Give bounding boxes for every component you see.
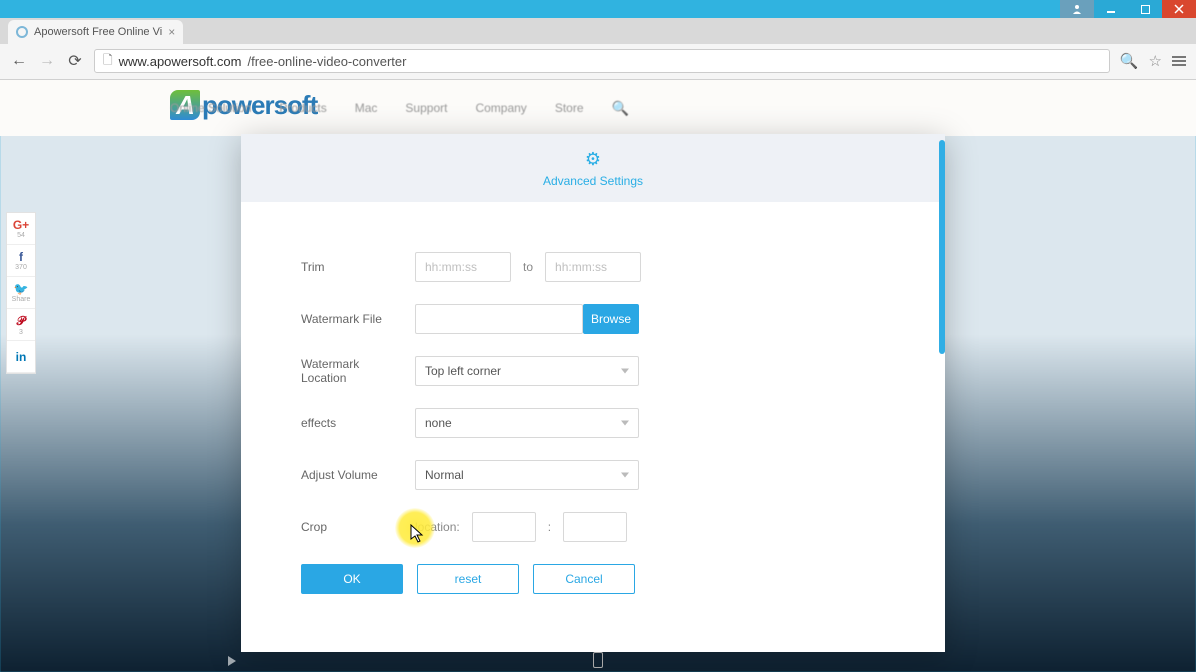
watermark-location-row: Watermark Location Top left corner <box>301 356 885 386</box>
chevron-down-icon <box>621 421 629 426</box>
phone-icon <box>593 652 603 668</box>
share-twitter[interactable]: 🐦Share <box>7 277 35 309</box>
volume-value: Normal <box>425 468 464 482</box>
modal-header: ⚙ Advanced Settings <box>241 134 945 202</box>
nav-online-solution[interactable]: Online Solution <box>170 101 251 115</box>
address-bar[interactable]: 🗋 www.apowersoft.com/free-online-video-c… <box>94 49 1110 73</box>
nav-company[interactable]: Company <box>475 101 526 115</box>
watermark-file-label: Watermark File <box>301 312 401 326</box>
os-maximize-button[interactable] <box>1128 0 1162 18</box>
zoom-icon[interactable]: 🔍 <box>1120 52 1139 70</box>
trim-to-label: to <box>523 260 533 274</box>
url-path: /free-online-video-converter <box>247 54 406 69</box>
watermark-location-value: Top left corner <box>425 364 501 378</box>
url-host: www.apowersoft.com <box>119 54 242 69</box>
scrollbar-thumb[interactable] <box>939 140 945 354</box>
watermark-location-select[interactable]: Top left corner <box>415 356 639 386</box>
modal-actions: OK reset Cancel <box>301 564 885 594</box>
modal-scrollbar[interactable] <box>939 134 945 652</box>
modal-body: Trim to Watermark File Browse Watermark … <box>241 202 945 614</box>
crop-row: Crop location: : <box>301 512 885 542</box>
nav-store[interactable]: Store <box>555 101 584 115</box>
crop-location-label: location: <box>415 520 460 534</box>
ok-button[interactable]: OK <box>301 564 403 594</box>
tab-title: Apowersoft Free Online Vi <box>34 26 162 38</box>
crop-location-a-input[interactable] <box>472 512 536 542</box>
trim-end-input[interactable] <box>545 252 641 282</box>
os-minimize-button[interactable] <box>1094 0 1128 18</box>
forward-button: → <box>38 52 56 70</box>
watermark-file-input[interactable] <box>415 304 583 334</box>
tab-favicon <box>16 26 28 38</box>
effects-select[interactable]: none <box>415 408 639 438</box>
share-linkedin[interactable]: in <box>7 341 35 373</box>
trim-start-input[interactable] <box>415 252 511 282</box>
nav-mac[interactable]: Mac <box>355 101 378 115</box>
os-user-button[interactable] <box>1060 0 1094 18</box>
back-button[interactable]: ← <box>10 52 28 70</box>
tab-strip: Apowersoft Free Online Vi × <box>0 18 1196 44</box>
tab-close-icon[interactable]: × <box>168 25 175 39</box>
bookmark-icon[interactable]: ☆ <box>1149 52 1162 70</box>
volume-select[interactable]: Normal <box>415 460 639 490</box>
nav-products[interactable]: Products <box>279 101 326 115</box>
advanced-settings-modal: ⚙ Advanced Settings Trim to Watermark Fi… <box>241 134 945 652</box>
chevron-down-icon <box>621 473 629 478</box>
play-icon[interactable] <box>228 656 236 666</box>
volume-row: Adjust Volume Normal <box>301 460 885 490</box>
trim-row: Trim to <box>301 252 885 282</box>
chrome-menu-button[interactable] <box>1172 56 1186 66</box>
effects-label: effects <box>301 416 401 430</box>
cancel-button[interactable]: Cancel <box>533 564 635 594</box>
crop-label: Crop <box>301 520 401 534</box>
page-viewport: Apowersoft Online Solution Products Mac … <box>0 80 1196 672</box>
address-bar-row: ← → ⟳ 🗋 www.apowersoft.com/free-online-v… <box>0 44 1196 78</box>
site-identity-icon: 🗋 <box>103 51 113 72</box>
volume-label: Adjust Volume <box>301 468 401 482</box>
browse-button[interactable]: Browse <box>583 304 639 334</box>
crop-location-b-input[interactable] <box>563 512 627 542</box>
modal-title: Advanced Settings <box>543 174 643 188</box>
site-header: Apowersoft Online Solution Products Mac … <box>0 80 1196 136</box>
trim-label: Trim <box>301 260 401 274</box>
browser-chrome: Apowersoft Free Online Vi × ← → ⟳ 🗋 www.… <box>0 18 1196 80</box>
watermark-location-label: Watermark Location <box>301 357 401 385</box>
share-facebook[interactable]: f370 <box>7 245 35 277</box>
share-pinterest[interactable]: 𝒫3 <box>7 309 35 341</box>
chevron-down-icon <box>621 369 629 374</box>
crop-sep: : <box>548 520 551 534</box>
reload-button[interactable]: ⟳ <box>66 51 84 71</box>
os-titlebar <box>0 0 1196 18</box>
site-search-icon[interactable]: 🔍 <box>612 100 629 117</box>
gear-icon: ⚙ <box>585 149 601 170</box>
nav-support[interactable]: Support <box>405 101 447 115</box>
share-googleplus[interactable]: G+54 <box>7 213 35 245</box>
watermark-file-row: Watermark File Browse <box>301 304 885 334</box>
os-close-button[interactable] <box>1162 0 1196 18</box>
reset-button[interactable]: reset <box>417 564 519 594</box>
browser-tab[interactable]: Apowersoft Free Online Vi × <box>8 20 183 44</box>
effects-row: effects none <box>301 408 885 438</box>
social-share-rail: G+54 f370 🐦Share 𝒫3 in <box>6 212 36 374</box>
effects-value: none <box>425 416 452 430</box>
